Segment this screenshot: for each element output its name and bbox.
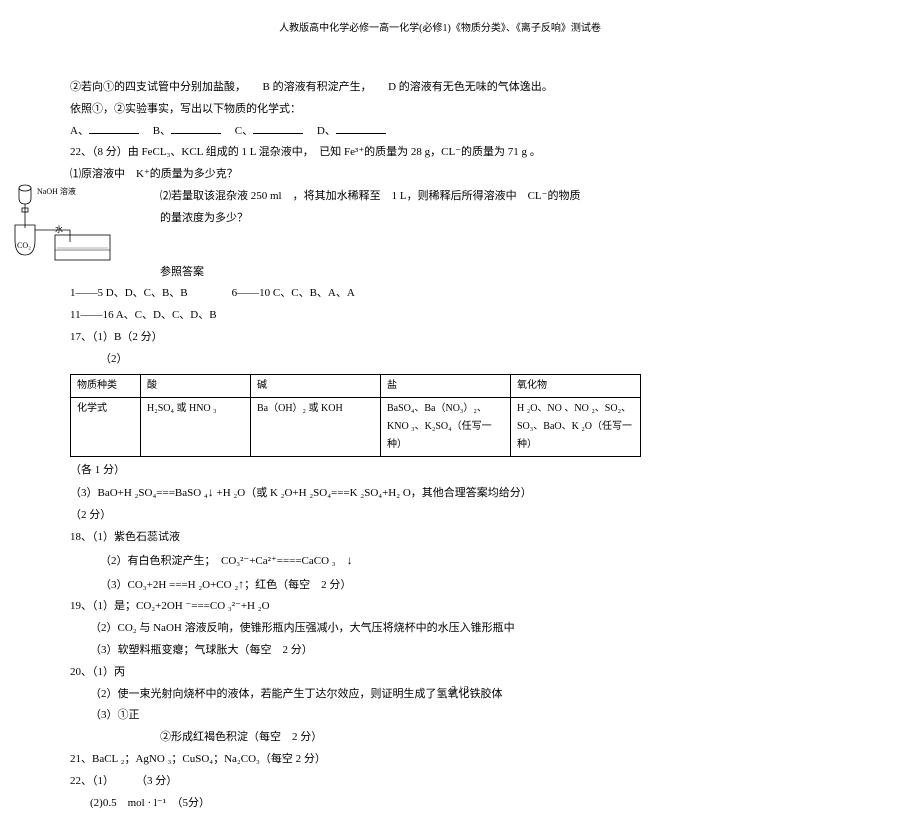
question-22-3: ⑵若量取该混杂液 250 ml ，将其加水稀释至 1 L，则稀释后所得溶液中 C…	[70, 187, 860, 207]
ans-1-5-text: 1——5 D、D、C、B、B	[70, 287, 188, 299]
blank-a	[89, 122, 139, 134]
diagram-co2-label: CO₂	[17, 241, 31, 250]
label-b: B、	[142, 125, 171, 137]
question-22-1: 22、（8 分）由 FeCL₃、KCL 组成的 1 L 混杂液中， 已知 Fe³…	[70, 143, 860, 163]
ans-17-4a: （3）BaO+H ₂SO₄===BaSO ₄	[70, 487, 208, 499]
blank-c	[253, 122, 303, 134]
answers-11-16: 11——16 A、C、D、C、D、B	[70, 306, 860, 326]
ans-18-2a: （2）有白色积淀产生； CO₃²⁻+Ca²⁺====CaCO ₃	[100, 555, 347, 567]
table-r1c5: 氧化物	[511, 374, 641, 397]
ans-18-3b: ；红色（每空 2 分）	[244, 579, 351, 591]
answer-22-1: 22、（1） （3 分）	[70, 772, 860, 792]
answer-17-2: （2）	[70, 350, 860, 370]
table-r1c2: 酸	[141, 374, 251, 397]
answer-18-1: 18、（1）紫色石蕊试液	[70, 528, 860, 548]
answer-17-5: （2 分）	[70, 506, 860, 526]
ans-6-10-text: 6——10 C、C、B、A、A	[232, 287, 355, 299]
down-arrow-icon-2: ↓	[347, 550, 353, 572]
label-d: D、	[306, 125, 336, 137]
answer-table: 物质种类 酸 碱 盐 氧化物 化学式 H₂SO₄ 或 HNO ₃ Ba（OH）₂…	[70, 374, 641, 457]
answer-17-1: 17、（1）B（2 分）	[70, 328, 860, 348]
answer-17-4: （3）BaO+H ₂SO₄===BaSO ₄↓ +H ₂O（或 K ₂O+H ₂…	[70, 482, 860, 504]
answer-19-3: （3）软塑料瓶变瘪；气球胀大（每空 2 分）	[70, 641, 860, 661]
answers-title: 参照答案	[70, 263, 860, 283]
document-body: ②若向①的四支试管中分别加盐酸， B 的溶液有积淀产生， D 的溶液有无色无味的…	[70, 78, 860, 813]
table-r1c3: 碱	[251, 374, 381, 397]
question-pre-3: A、 B、 C、 D、	[70, 122, 860, 142]
answer-17-3: （各 1 分）	[70, 461, 860, 481]
ans-17-4b: +H ₂O（或 K ₂O+H ₂SO₄===K ₂SO₄+H₂ O，其他合理答案…	[214, 487, 532, 499]
table-r2c2: H₂SO₄ 或 HNO ₃	[141, 397, 251, 456]
ans-18-3a: （3）CO₃+2H ===H ₂O+CO ₂	[100, 579, 238, 591]
label-c: C、	[224, 125, 253, 137]
table-r2c4: BaSO₄、Ba（NO₃）₂、KNO ₃、K₂SO₄（任写一种）	[381, 397, 511, 456]
blank-b	[171, 122, 221, 134]
answer-18-2: （2）有白色积淀产生； CO₃²⁻+Ca²⁺====CaCO ₃ ↓	[70, 550, 860, 572]
question-22-4: 的量浓度为多少？	[70, 209, 860, 229]
answer-18-3: （3）CO₃+2H ===H ₂O+CO ₂↑；红色（每空 2 分）	[70, 574, 860, 596]
table-r1c4: 盐	[381, 374, 511, 397]
answer-20-4: ②形成红褐色积淀（每空 2 分）	[70, 728, 860, 748]
question-pre-2: 依照①，②实验事实，写出以下物质的化学式：	[70, 100, 860, 120]
table-r2c1: 化学式	[71, 397, 141, 456]
answer-20-3: （3）①正	[70, 706, 860, 726]
answer-19-2: （2）CO₂ 与 NaOH 溶液反响，使锥形瓶内压强减小，大气压将烧杯中的水压入…	[70, 619, 860, 639]
table-r1c1: 物质种类	[71, 374, 141, 397]
table-r2c5: H ₂O、NO 、NO ₂、SO₂、SO₃、BaO、K ₂O（任写一种）	[511, 397, 641, 456]
diagram-naoh-label: NaOH 溶液	[37, 186, 76, 196]
table-r2c3: Ba（OH）₂ 或 KOH	[251, 397, 381, 456]
question-pre-1: ②若向①的四支试管中分别加盐酸， B 的溶液有积淀产生， D 的溶液有无色无味的…	[70, 78, 860, 98]
answer-20-1: 20、（1）丙	[70, 663, 860, 683]
page-header: 人教版高中化学必修一高一化学(必修1)《物质分类》、《离子反响》测试卷	[20, 20, 860, 38]
answers-1-5: 1——5 D、D、C、B、B 6——10 C、C、B、A、A	[70, 284, 860, 304]
answer-19-1: 19、（1）是；CO₂+2OH ⁻===CO ₃²⁻+H ₂O	[70, 597, 860, 617]
diagram-water-label: 水	[55, 224, 63, 234]
answer-21: 21、BaCL ₂；AgNO ₃；CuSO₄；Na₂CO₃（每空 2 分）	[70, 750, 860, 770]
apparatus-diagram: NaOH 溶液 水 CO₂	[5, 180, 125, 270]
question-22-2: ⑴原溶液中 K⁺的质量为多少克？	[70, 165, 860, 185]
blank-d	[336, 122, 386, 134]
answer-22-2: (2)0.5 mol · l⁻¹ （5分）	[70, 794, 860, 813]
label-a: A、	[70, 125, 89, 137]
page-footer: 3 / 3	[0, 682, 920, 700]
